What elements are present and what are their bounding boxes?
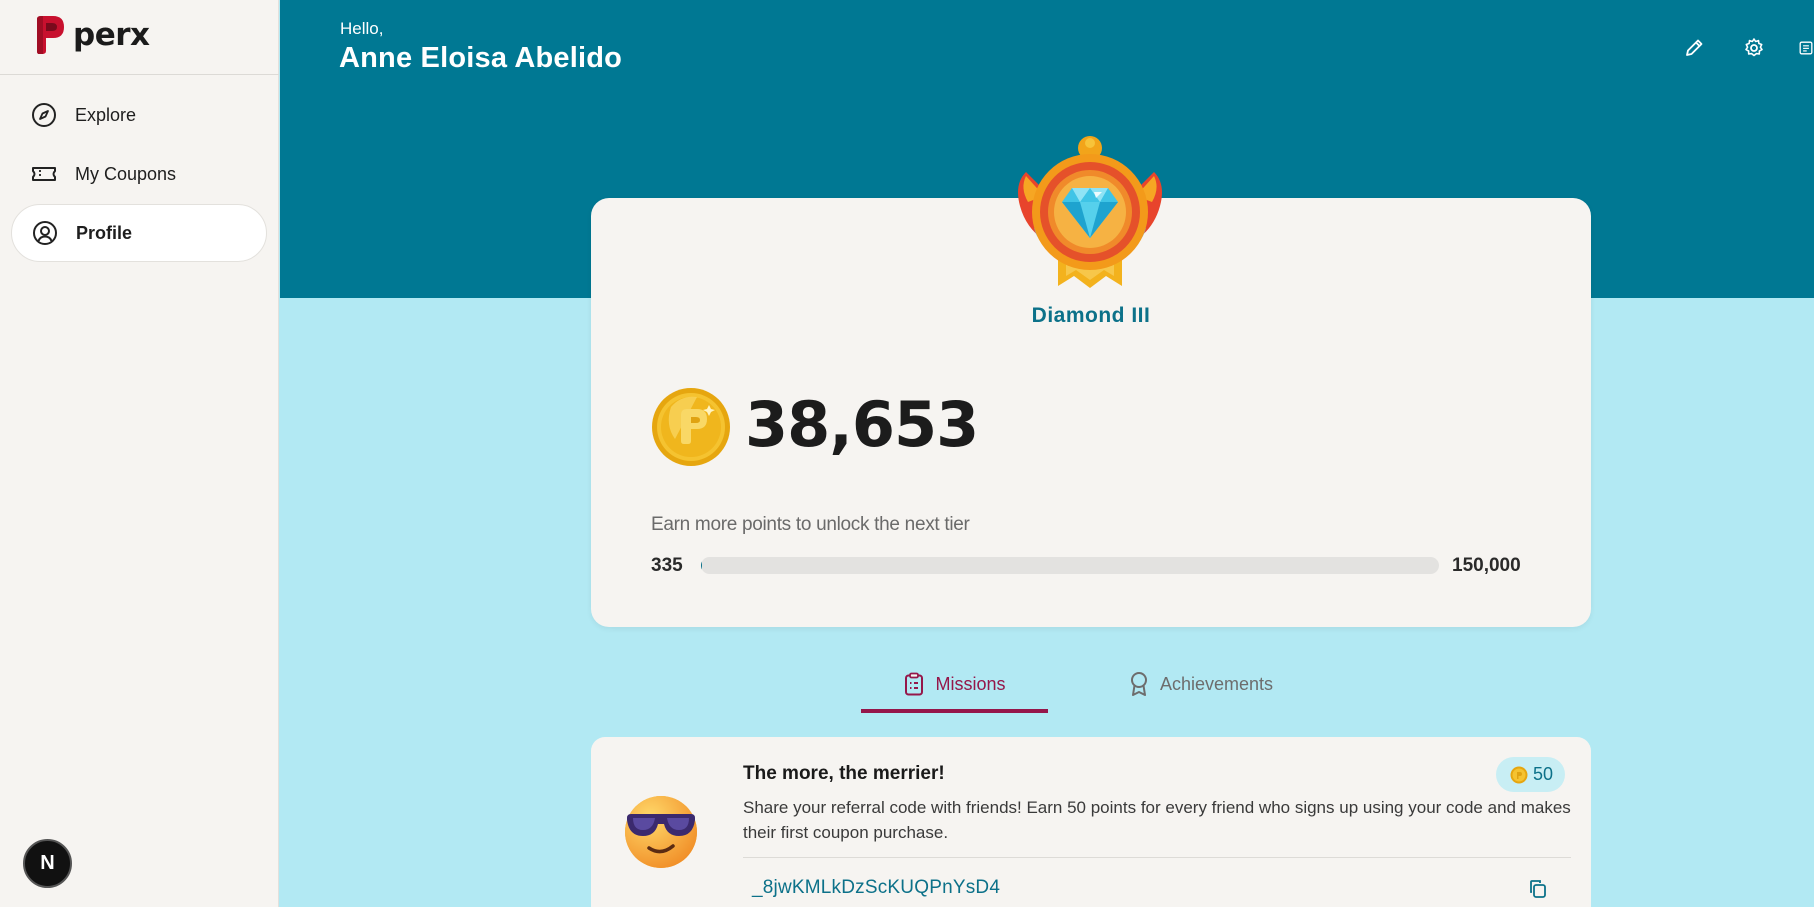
gear-icon bbox=[1745, 38, 1763, 57]
mission-reward-value: 50 bbox=[1533, 764, 1554, 784]
perx-logo-icon bbox=[37, 16, 64, 54]
copy-referral-button[interactable] bbox=[1528, 879, 1550, 901]
tab-missions[interactable]: Missions bbox=[861, 665, 1048, 713]
sunglasses-emoji-icon bbox=[625, 796, 697, 868]
tab-label: Missions bbox=[935, 673, 1006, 694]
settings-button[interactable] bbox=[1740, 34, 1768, 62]
copy-icon bbox=[1530, 880, 1546, 898]
edit-profile-button[interactable] bbox=[1680, 34, 1708, 62]
points-coin-icon bbox=[652, 388, 730, 466]
progress-min-value: 335 bbox=[651, 555, 683, 576]
sidebar-item-label: Explore bbox=[75, 104, 137, 125]
mission-description: Share your referral code with friends! E… bbox=[743, 798, 1571, 842]
award-icon bbox=[1131, 672, 1147, 696]
sidebar-item-label: My Coupons bbox=[75, 163, 177, 184]
ticket-icon bbox=[31, 161, 57, 187]
clipboard-icon bbox=[905, 672, 924, 696]
app-name: perx bbox=[73, 17, 150, 53]
sidebar-item-explore[interactable]: Explore bbox=[11, 86, 267, 144]
compass-icon bbox=[31, 102, 57, 128]
progress-max-value: 150,000 bbox=[1452, 555, 1521, 576]
mission-reward-badge: 50 bbox=[1496, 757, 1566, 792]
document-button[interactable] bbox=[1798, 34, 1814, 62]
greeting: Hello, bbox=[340, 19, 384, 38]
sidebar-nav: Explore My Coupons Profile bbox=[11, 86, 267, 263]
nextjs-dev-badge[interactable]: N bbox=[23, 839, 72, 888]
tier-name: Diamond III bbox=[1031, 304, 1151, 327]
perx-logo[interactable]: perx bbox=[33, 15, 150, 55]
pencil-icon bbox=[1686, 39, 1703, 56]
progress-caption: Earn more points to unlock the next tier bbox=[651, 514, 970, 535]
tab-label: Achievements bbox=[1160, 673, 1274, 694]
tier-badge-icon bbox=[1018, 136, 1162, 288]
sidebar: perx Explore My Coupons Profile N bbox=[0, 0, 279, 907]
sidebar-item-profile[interactable]: Profile bbox=[11, 204, 267, 262]
sidebar-item-my-coupons[interactable]: My Coupons bbox=[11, 145, 267, 203]
sidebar-item-label: Profile bbox=[76, 222, 133, 243]
mission-divider bbox=[743, 857, 1571, 858]
sidebar-divider bbox=[0, 74, 279, 75]
tier-progress-bar bbox=[701, 557, 1439, 574]
tab-achievements[interactable]: Achievements bbox=[1128, 665, 1273, 713]
points-balance: 38,653 bbox=[745, 388, 979, 461]
referral-code[interactable]: _8jwKMLkDzScKUQPnYsD4 bbox=[752, 877, 1000, 899]
mission-title: The more, the merrier! bbox=[743, 763, 945, 784]
coin-icon bbox=[1510, 766, 1528, 783]
user-name: Anne Eloisa Abelido bbox=[339, 42, 623, 74]
user-circle-icon bbox=[32, 220, 58, 246]
document-icon bbox=[1799, 41, 1813, 55]
